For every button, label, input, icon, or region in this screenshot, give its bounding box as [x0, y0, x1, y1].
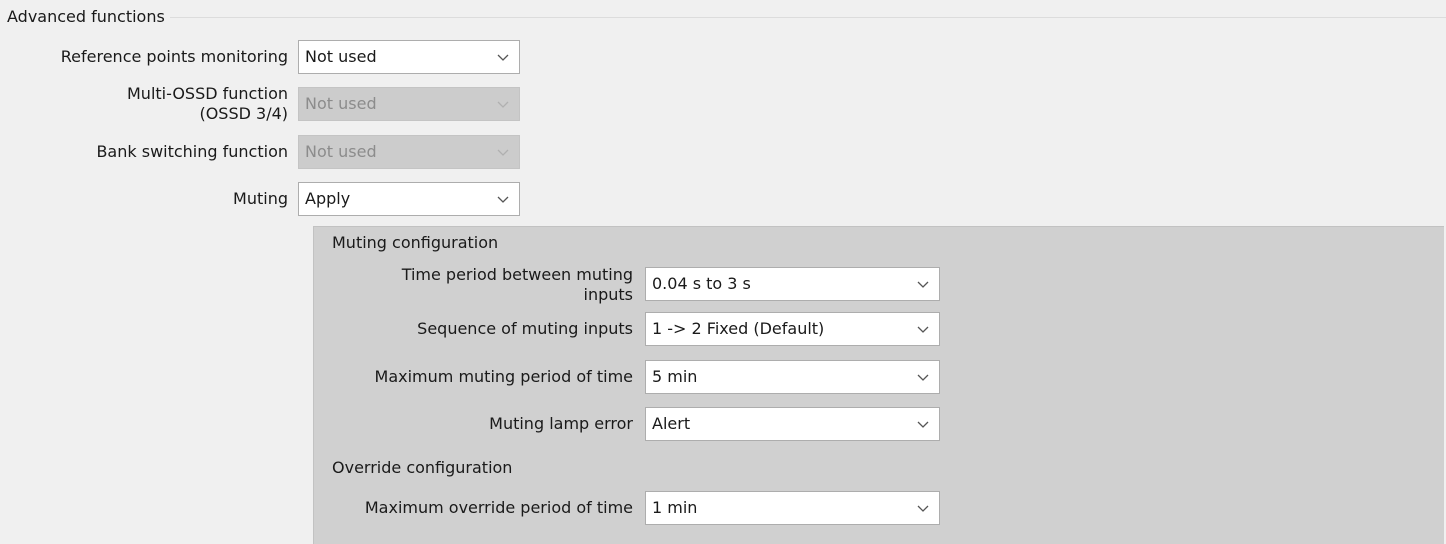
override-configuration-title: Override configuration: [332, 458, 513, 477]
time-period-label-line1: Time period between muting: [401, 265, 633, 284]
group-divider: [170, 17, 1446, 18]
muting-label: Muting: [233, 189, 288, 208]
multi-ossd-select: Not used: [298, 87, 520, 121]
chevron-down-icon: [917, 279, 929, 289]
chevron-down-icon: [497, 194, 509, 204]
chevron-down-icon: [917, 419, 929, 429]
max-muting-period-label: Maximum muting period of time: [374, 367, 633, 386]
muting-select[interactable]: Apply: [298, 182, 520, 216]
time-period-label-line2: inputs: [583, 285, 634, 304]
bank-switching-label: Bank switching function: [96, 142, 288, 161]
sequence-value: 1 -> 2 Fixed (Default): [652, 319, 825, 338]
chevron-down-icon: [917, 503, 929, 513]
max-override-value: 1 min: [652, 498, 698, 517]
muting-lamp-error-label: Muting lamp error: [489, 414, 633, 433]
advanced-functions-title: Advanced functions: [7, 6, 169, 28]
chevron-down-icon: [497, 52, 509, 62]
muting-configuration-title: Muting configuration: [332, 233, 499, 252]
chevron-down-icon: [917, 372, 929, 382]
sequence-select[interactable]: 1 -> 2 Fixed (Default): [645, 312, 940, 346]
chevron-down-icon: [917, 324, 929, 334]
reference-points-value: Not used: [305, 47, 377, 66]
multi-ossd-label: Multi-OSSD function (OSSD 3/4): [20, 84, 288, 124]
multi-ossd-label-line1: Multi-OSSD function: [127, 84, 288, 103]
bank-switching-select: Not used: [298, 135, 520, 169]
reference-points-label: Reference points monitoring: [60, 47, 288, 66]
time-period-select[interactable]: 0.04 s to 3 s: [645, 267, 940, 301]
max-override-label: Maximum override period of time: [364, 498, 633, 517]
time-period-value: 0.04 s to 3 s: [652, 274, 751, 293]
multi-ossd-label-line2: (OSSD 3/4): [199, 104, 288, 123]
max-muting-period-select[interactable]: 5 min: [645, 360, 940, 394]
sequence-label: Sequence of muting inputs: [417, 319, 633, 338]
reference-points-select[interactable]: Not used: [298, 40, 520, 74]
chevron-down-icon: [497, 147, 509, 157]
max-muting-period-value: 5 min: [652, 367, 698, 386]
advanced-functions-page: Advanced functions Reference points moni…: [0, 0, 1446, 544]
max-override-select[interactable]: 1 min: [645, 491, 940, 525]
chevron-down-icon: [497, 99, 509, 109]
muting-value: Apply: [305, 189, 351, 208]
muting-lamp-error-value: Alert: [652, 414, 691, 433]
muting-lamp-error-select[interactable]: Alert: [645, 407, 940, 441]
time-period-label: Time period between muting inputs: [340, 265, 633, 305]
multi-ossd-value: Not used: [305, 94, 377, 113]
bank-switching-value: Not used: [305, 142, 377, 161]
